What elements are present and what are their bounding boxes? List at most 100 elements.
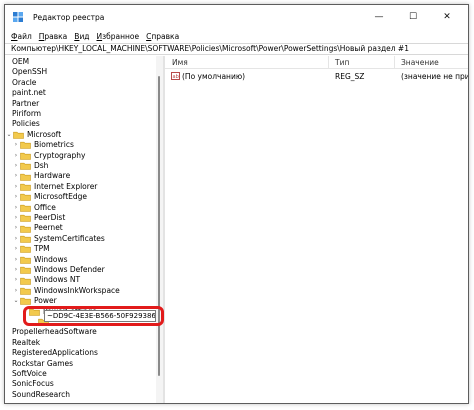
maximize-button[interactable]: ☐ [399,9,427,25]
tree-node[interactable]: ⌄ Microsoft [5,130,61,140]
menu-view[interactable]: Вид [74,32,89,41]
menu-file[interactable]: Файл [11,32,32,41]
tree-node[interactable]: › SystemCertificates [12,234,105,244]
tree-node-label: WindowsInkWorkspace [34,285,120,295]
list-header: Имя Тип Значение [165,56,468,69]
tree-node-label: RegisteredApplications [12,348,98,358]
tree-node[interactable]: › Windows Defender [12,265,105,275]
tree-node[interactable]: OpenSSH [12,67,47,77]
tree-node-label: PropellerheadSoftware [12,327,97,337]
chevron-right-icon[interactable]: › [12,213,20,223]
chevron-right-icon[interactable]: › [12,140,20,150]
tree-node-label: Rockstar Games [12,358,74,368]
tree-node[interactable]: › TPM [12,244,50,254]
tree-node-label: Piriform [12,109,42,118]
tree-node[interactable]: › Biometrics [12,140,74,150]
tree-node-label: SonicFocus [12,379,54,389]
chevron-right-icon[interactable]: › [12,275,20,285]
scrollbar-thumb[interactable] [158,76,160,376]
tree-node[interactable]: paint.net [12,88,46,98]
chevron-right-icon[interactable]: › [12,151,20,161]
tree-node[interactable]: › MicrosoftEdge [12,192,87,202]
value-data: (значение не присвоено) [401,72,468,81]
key-tree[interactable]: OEM OpenSSH Oracle paint.net Partner Piriform… [5,56,159,403]
close-button[interactable]: ✕ [433,9,461,25]
folder-icon [20,266,31,274]
tree-node-label: Internet Explorer [34,181,98,191]
tree-node[interactable]: SoundResearch [12,390,70,400]
tree-node-label: TPM [34,244,50,254]
tree-node-label: Biometrics [34,140,74,150]
tree-node[interactable]: Realtek [12,338,40,348]
tree-node[interactable]: OEM [12,57,29,67]
tree-node-label: Windows Defender [34,265,105,274]
folder-icon [20,245,31,254]
folder-icon [20,204,31,212]
tree-node-label: MicrosoftEdge [34,192,88,202]
folder-icon [20,173,31,181]
column-type-header[interactable]: Тип [335,58,349,67]
chevron-right-icon[interactable]: › [12,265,20,275]
chevron-down-icon[interactable]: ⌄ [12,296,20,306]
tree-node-label: Policies [12,119,40,129]
chevron-right-icon[interactable]: › [12,192,20,202]
minimize-button[interactable]: — [365,9,393,25]
tree-node[interactable]: › Hardware [12,171,70,181]
registry-editor-window: Редактор реестра — ☐ ✕ Файл Правка Вид И… [4,4,469,404]
column-divider[interactable] [394,56,395,69]
chevron-right-icon[interactable]: › [12,244,20,254]
tree-node[interactable]: › WindowsInkWorkspace [12,286,120,296]
menu-favorites[interactable]: Избранное [97,32,140,41]
tree-node[interactable]: Partner [12,99,39,109]
folder-icon [20,214,31,222]
tree-node-label: Office [34,202,56,212]
tree-node[interactable]: › Windows [12,255,68,265]
tree-node[interactable]: PropellerheadSoftware [12,327,97,337]
tree-node[interactable]: Piriform [12,109,41,119]
tree-node[interactable]: › Windows NT [12,275,80,285]
column-value-header[interactable]: Значение [401,58,439,67]
chevron-right-icon[interactable]: › [12,171,20,181]
chevron-right-icon[interactable]: › [12,182,20,192]
tree-node[interactable]: › Peernet [12,223,63,233]
chevron-right-icon[interactable]: › [12,234,20,244]
address-bar[interactable]: Компьютер\HKEY_LOCAL_MACHINE\SOFTWARE\Po… [5,43,468,55]
tree-node-label: Hardware [34,171,71,181]
tree-node[interactable]: Rockstar Games [12,359,73,369]
tree-node-label: SystemCertificates [34,233,105,243]
chevron-right-icon[interactable]: › [12,203,20,213]
list-item[interactable]: ab (По умолчанию) REG_SZ (значение не пр… [165,71,468,82]
tree-node[interactable]: › Dsh [12,161,49,171]
column-name-header[interactable]: Имя [172,58,188,67]
tree-node[interactable]: Policies [12,119,40,129]
menu-edit[interactable]: Правка [39,32,68,41]
title-bar: Редактор реестра — ☐ ✕ [5,5,468,29]
folder-icon [20,297,31,306]
chevron-right-icon[interactable]: › [12,286,20,296]
tree-node-label: Microsoft [27,129,62,139]
values-list: Имя Тип Значение ab (По умолчанию) REG_S… [165,56,468,403]
tree-node[interactable]: › Cryptography [12,151,86,161]
tree-node[interactable]: SonicFocus [12,379,54,389]
tree-node[interactable]: SoftVoice [12,369,47,379]
chevron-right-icon[interactable]: › [12,223,20,233]
tree-node-label: Partner [12,98,40,108]
rename-key-input[interactable]: ~DD9C-4E3E-B566-50F929386280 [44,310,156,322]
tree-node[interactable]: › Internet Explorer [12,181,98,192]
tree-node[interactable]: › PeerDist [12,213,65,223]
tree-scrollbar[interactable] [156,56,163,403]
chevron-down-icon[interactable]: ⌄ [5,130,13,140]
tree-node[interactable]: RegisteredApplications [12,348,98,358]
value-type: REG_SZ [335,72,365,81]
tree-node[interactable]: Oracle [12,78,36,88]
tree-node-label: OpenSSH [12,67,48,77]
chevron-right-icon[interactable]: › [12,161,20,171]
tree-node-label: SoftVoice [12,369,47,378]
column-divider[interactable] [328,56,329,69]
tree-node-label: paint.net [12,88,46,98]
chevron-right-icon[interactable]: › [12,255,20,265]
svg-text:ab: ab [173,74,179,80]
tree-node[interactable]: › Office [12,203,56,213]
folder-icon [20,193,31,202]
menu-help[interactable]: Справка [146,32,179,41]
